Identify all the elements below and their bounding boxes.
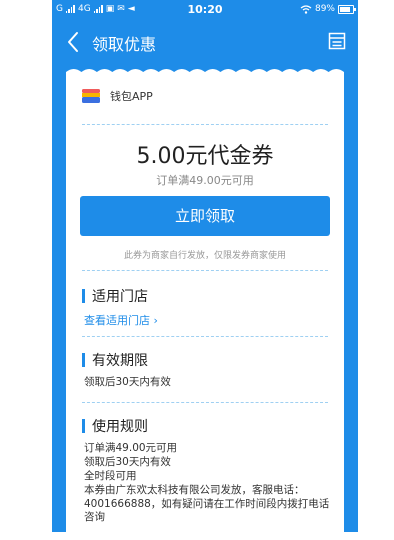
status-bar: G 4G ▣ ✉ ◄ 10:20 89% bbox=[52, 0, 358, 20]
coupon-amount: 5.00元代金券 bbox=[136, 144, 274, 169]
phone-screen: G 4G ▣ ✉ ◄ 10:20 89% 领取优惠 钱包APP 5.00元代金券… bbox=[52, 0, 358, 532]
app-row: 钱包APP bbox=[82, 88, 153, 104]
battery-icon bbox=[338, 4, 356, 14]
issuer-note: 此券为商家自行发放，仅限发券商家使用 bbox=[123, 251, 286, 261]
divider bbox=[82, 336, 328, 337]
battery-percent: 89% bbox=[314, 4, 335, 14]
stores-title: 适用门店 bbox=[82, 286, 148, 306]
divider bbox=[82, 402, 328, 403]
divider bbox=[82, 270, 328, 271]
title-bar: 领取优惠 bbox=[52, 20, 358, 64]
wallet-app-icon bbox=[82, 89, 100, 103]
coupon-card: 钱包APP 5.00元代金券 订单满49.00元可用 立即领取 此券为商家自行发… bbox=[66, 72, 344, 532]
list-icon[interactable] bbox=[328, 32, 346, 50]
chevron-left-icon[interactable] bbox=[64, 28, 84, 56]
rules-line: 本券由广东欢太科技有限公司发放，客服电话：4001666888，如有疑问请在工作… bbox=[84, 484, 330, 523]
wifi-icon bbox=[300, 4, 312, 14]
page-title: 领取优惠 bbox=[92, 35, 157, 54]
rules-line: 领取后30天内有效 bbox=[84, 456, 171, 468]
validity-text: 领取后30天内有效 bbox=[84, 376, 171, 388]
status-right: 89% bbox=[300, 4, 356, 14]
coupon-condition: 订单满49.00元可用 bbox=[156, 174, 254, 187]
app-name: 钱包APP bbox=[110, 90, 153, 103]
validity-title: 有效期限 bbox=[82, 350, 148, 370]
rules-line: 订单满49.00元可用 bbox=[84, 442, 178, 454]
rules-line: 全时段可用 bbox=[84, 470, 137, 482]
view-stores-link[interactable]: 查看适用门店 › bbox=[84, 312, 158, 328]
divider bbox=[82, 124, 328, 125]
rules-title: 使用规则 bbox=[82, 416, 148, 436]
claim-button[interactable]: 立即领取 bbox=[80, 196, 330, 236]
